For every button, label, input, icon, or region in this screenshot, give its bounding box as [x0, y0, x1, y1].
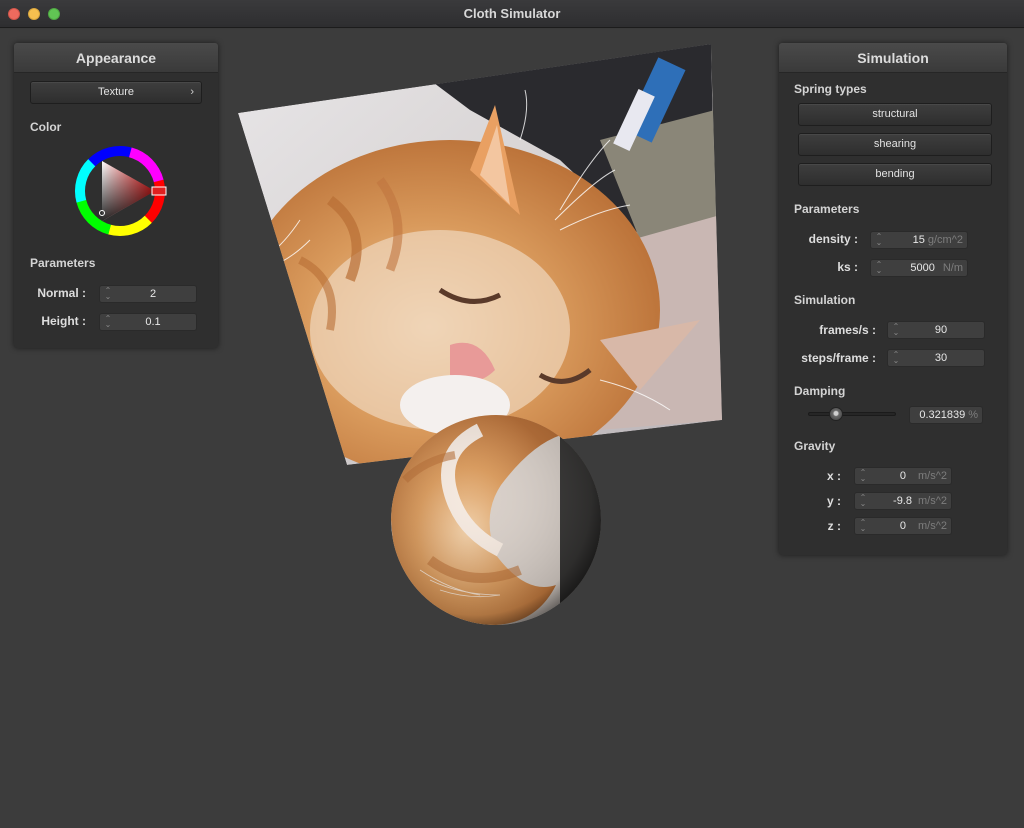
shearing-button[interactable]: shearing	[798, 133, 992, 156]
chevron-right-icon: ›	[190, 86, 194, 98]
structural-button[interactable]: structural	[798, 103, 992, 126]
gravity-y-label: y :	[826, 494, 841, 508]
window-title: Cloth Simulator	[463, 6, 561, 21]
ks-label: ks :	[837, 260, 858, 274]
simulation-section-label: Simulation	[794, 293, 856, 307]
spinner-icon[interactable]: ⌃ ⌄	[859, 469, 867, 483]
gravity-z-label: z :	[827, 519, 841, 533]
spinner-icon[interactable]: ⌃ ⌄	[104, 315, 112, 329]
cloth-mesh	[238, 44, 722, 465]
collision-sphere	[391, 415, 601, 625]
gravity-z-field[interactable]: ⌃ ⌄ 0 m/s^2	[854, 517, 952, 535]
damping-label: Damping	[794, 384, 846, 398]
appearance-panel: Appearance Texture › Color Parameters No…	[14, 43, 218, 348]
spinner-icon[interactable]: ⌃ ⌄	[892, 323, 900, 337]
normal-label: Normal :	[37, 286, 86, 300]
gravity-label: Gravity	[794, 439, 836, 453]
fps-field[interactable]: ⌃ ⌄ 90	[887, 321, 985, 339]
simulation-panel-header[interactable]: Simulation	[779, 43, 1007, 73]
simulation-panel: Simulation Spring types structural shear…	[779, 43, 1007, 555]
height-label: Height :	[41, 314, 86, 328]
density-field[interactable]: ⌃ ⌄ 15 g/cm^2	[870, 231, 968, 249]
damping-field[interactable]: 0.321839%	[909, 406, 983, 424]
ks-field[interactable]: ⌃ ⌄ 5000 N/m	[870, 259, 968, 277]
hue-selector[interactable]	[151, 186, 167, 196]
spinner-icon[interactable]: ⌃ ⌄	[875, 261, 883, 275]
steps-field[interactable]: ⌃ ⌄ 30	[887, 349, 985, 367]
gravity-x-field[interactable]: ⌃ ⌄ 0 m/s^2	[854, 467, 952, 485]
damping-slider[interactable]	[808, 412, 896, 416]
bending-button[interactable]: bending	[798, 163, 992, 186]
normal-field[interactable]: ⌃ ⌄ 2	[99, 285, 197, 303]
appearance-panel-header[interactable]: Appearance	[14, 43, 218, 73]
density-label: density :	[808, 232, 858, 246]
spinner-icon[interactable]: ⌃ ⌄	[104, 287, 112, 301]
gravity-y-field[interactable]: ⌃ ⌄ -9.8 m/s^2	[854, 492, 952, 510]
color-wheel[interactable]	[70, 141, 170, 241]
damping-slider-thumb[interactable]	[829, 407, 844, 421]
title-bar: Cloth Simulator	[0, 0, 1024, 28]
texture-button-label: Texture	[97, 86, 135, 98]
color-label: Color	[30, 120, 62, 134]
height-field[interactable]: ⌃ ⌄ 0.1	[99, 313, 197, 331]
spinner-icon[interactable]: ⌃ ⌄	[859, 519, 867, 533]
spinner-icon[interactable]: ⌃ ⌄	[875, 233, 883, 247]
sim-params-label: Parameters	[794, 202, 860, 216]
texture-button[interactable]: Texture ›	[30, 81, 202, 104]
spring-types-label: Spring types	[794, 82, 867, 96]
appearance-params-label: Parameters	[30, 256, 96, 270]
spinner-icon[interactable]: ⌃ ⌄	[859, 494, 867, 508]
gravity-x-label: x :	[826, 469, 841, 483]
spinner-icon[interactable]: ⌃ ⌄	[892, 351, 900, 365]
steps-label: steps/frame :	[801, 351, 876, 365]
fps-label: frames/s :	[819, 323, 876, 337]
